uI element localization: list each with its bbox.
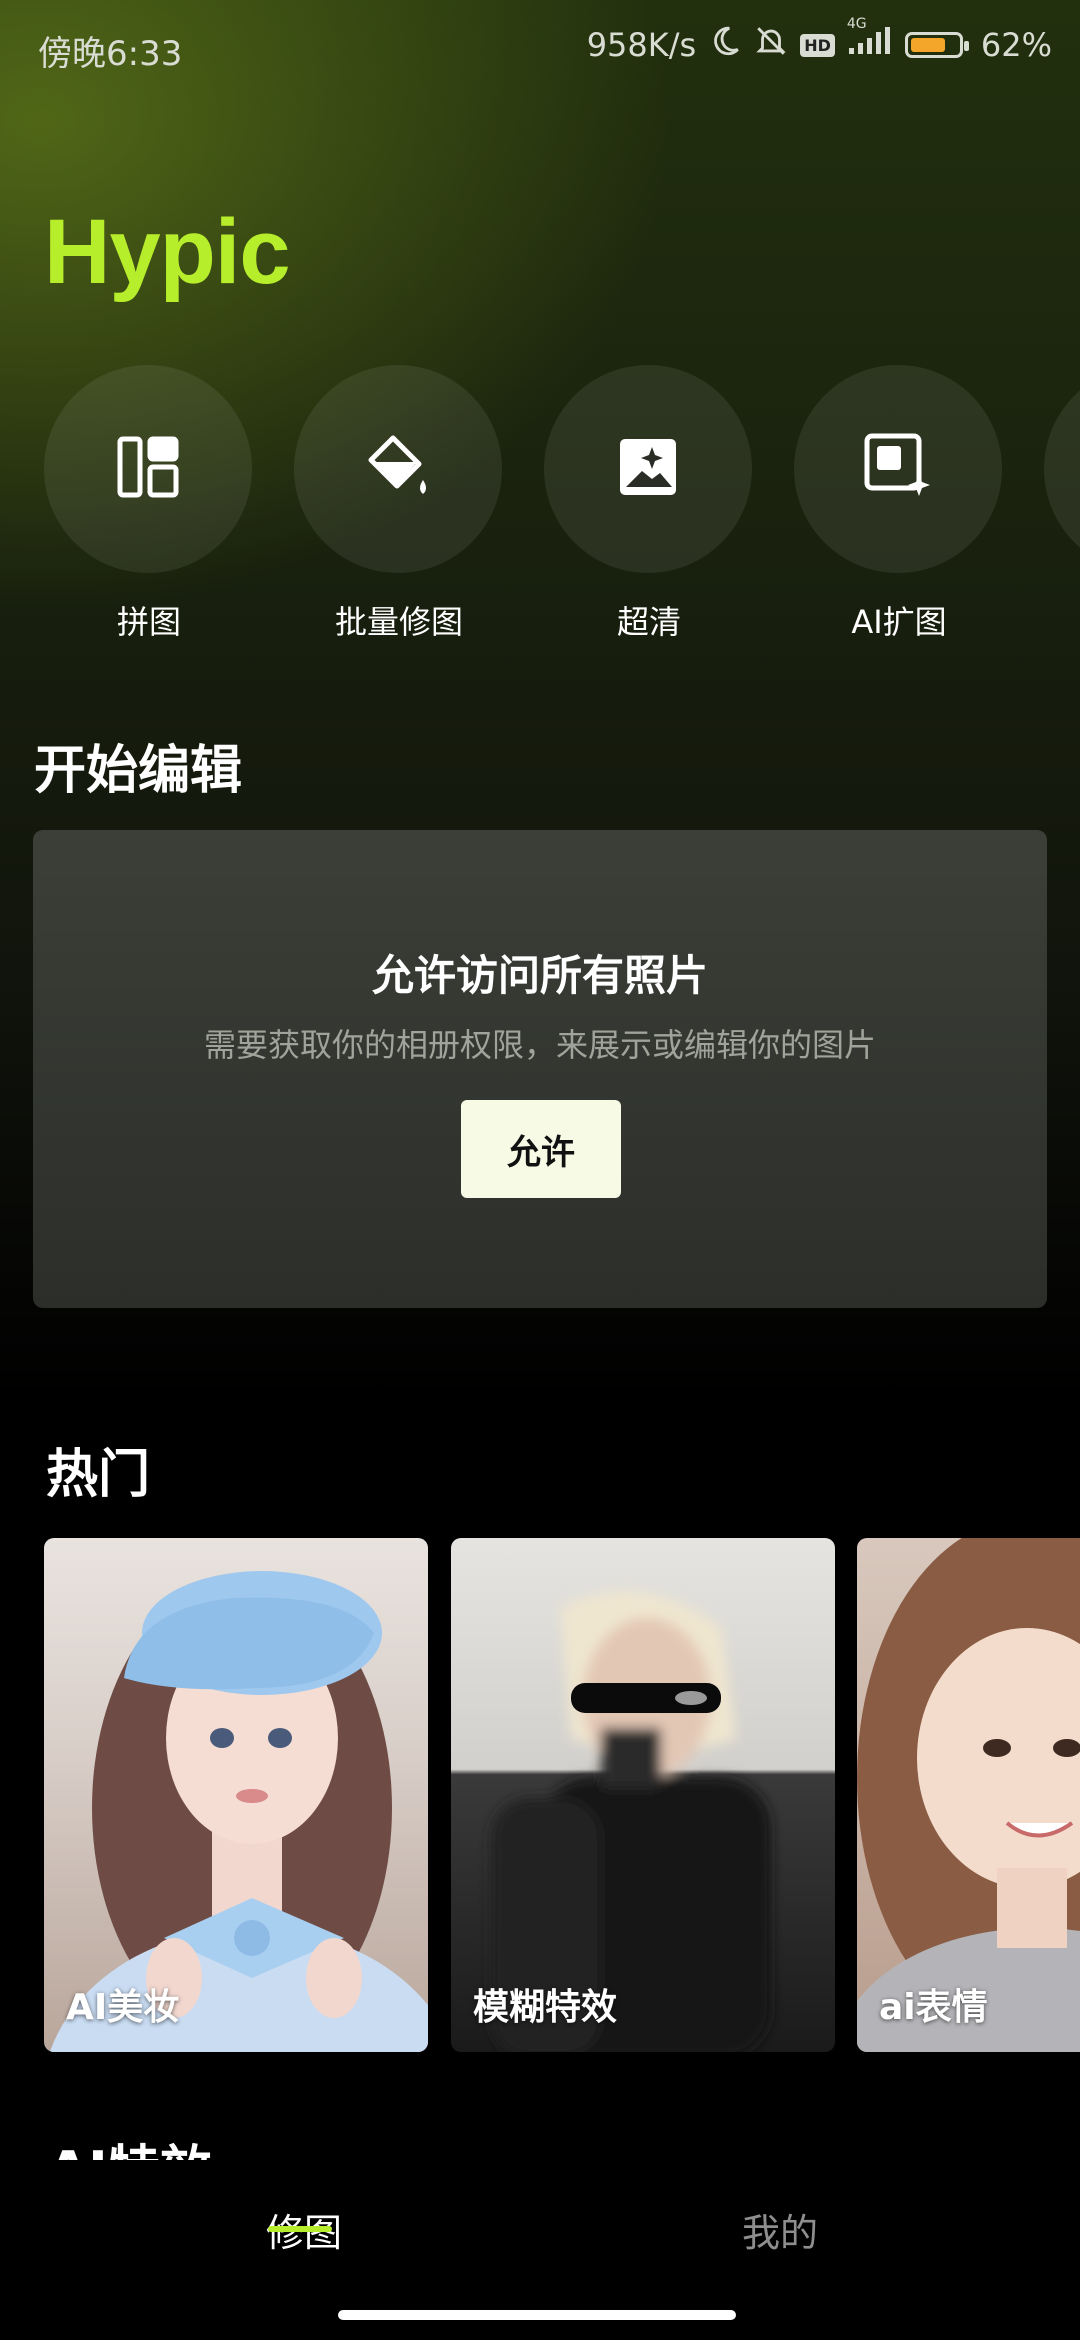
status-bar: 傍晚6:33 958K/s HD 4G 62% <box>0 0 1080 100</box>
status-indicators: 958K/s HD 4G 62% <box>586 16 1052 66</box>
hot-section-title: 热门 <box>46 1445 151 1505</box>
hot-card-label: 模糊特效 <box>473 1987 618 2028</box>
hot-card-ai-makeup[interactable]: AI美妆 <box>44 1538 428 2052</box>
ai-makeup-photo <box>49 1571 428 2052</box>
hd-badge: HD <box>800 33 835 57</box>
hot-card-ai-expression[interactable]: ai表情 <box>857 1538 1080 2052</box>
quick-tool-circle <box>1044 365 1080 573</box>
tab-mine[interactable]: 我的 <box>742 2202 818 2257</box>
quick-tool-more[interactable] <box>1044 365 1080 573</box>
permission-title: 允许访问所有照片 <box>371 951 708 1000</box>
quick-tool-circle <box>794 365 1002 573</box>
quick-tool-label: 批量修图 <box>334 603 463 641</box>
quick-tool-label: AI扩图 <box>851 603 947 641</box>
paint-bucket-icon <box>361 430 435 508</box>
expand-sparkle-icon <box>863 432 933 506</box>
hot-card-label: ai表情 <box>879 1987 988 2028</box>
quick-tool-circle <box>44 365 252 573</box>
quick-tool-batch-edit[interactable]: 批量修图 <box>294 365 504 643</box>
signal-icon: 4G <box>847 16 893 64</box>
quick-tools-row[interactable]: 拼图 批量修图 超清 AI扩图 <box>0 365 1080 645</box>
permission-description: 需要获取你的相册权限，来展示或编辑你的图片 <box>203 1026 876 1064</box>
active-tab-indicator <box>268 2226 332 2232</box>
quick-tool-label: 拼图 <box>116 603 181 641</box>
hot-card-blur-effect[interactable]: 模糊特效 <box>451 1538 835 2052</box>
photo-permission-card: 允许访问所有照片 需要获取你的相册权限，来展示或编辑你的图片 允许 <box>33 830 1047 1308</box>
quick-tool-super-resolution[interactable]: 超清 <box>544 365 754 643</box>
status-time: 傍晚6:33 <box>38 34 183 74</box>
hot-carousel[interactable]: AI美妆 模糊特效 ai表情 <box>0 1538 1080 2052</box>
edit-section-title: 开始编辑 <box>34 741 243 801</box>
battery-icon <box>904 32 969 58</box>
quick-tool-circle <box>294 365 502 573</box>
ai-expression-photo <box>857 1538 1080 2052</box>
app-logo: Hypic <box>44 201 291 303</box>
battery-fill <box>910 38 945 52</box>
battery-percent: 62% <box>980 26 1052 64</box>
network-speed: 958K/s <box>586 26 697 64</box>
allow-button[interactable]: 允许 <box>461 1100 621 1198</box>
quick-tool-ai-expand[interactable]: AI扩图 <box>794 365 1004 643</box>
home-indicator[interactable] <box>338 2310 736 2320</box>
collage-icon <box>116 435 180 503</box>
quick-tool-label: 超清 <box>616 603 681 641</box>
hot-card-label: AI美妆 <box>66 1987 180 2028</box>
blur-effect-photo <box>491 1592 771 2052</box>
sparkle-image-icon <box>616 435 680 503</box>
quick-tool-circle <box>544 365 752 573</box>
moon-icon <box>708 24 742 66</box>
quick-tool-collage[interactable]: 拼图 <box>44 365 254 643</box>
network-type: 4G <box>846 16 867 32</box>
bell-muted-icon <box>754 24 788 66</box>
